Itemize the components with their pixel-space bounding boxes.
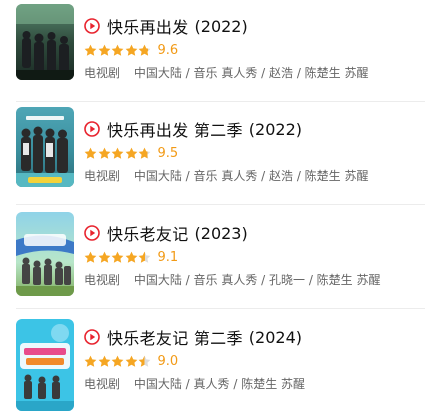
show-year: (2022) xyxy=(248,119,302,139)
star-rating xyxy=(84,44,152,57)
poster-image xyxy=(16,212,74,296)
poster-thumbnail[interactable] xyxy=(16,107,74,187)
star-icon xyxy=(98,251,110,263)
meta-row: 电视剧 中国大陆 / 音乐 真人秀 / 赵浩 / 陈楚生 苏醒 xyxy=(84,64,369,82)
star-icon xyxy=(111,44,124,56)
meta-info: 中国大陆 / 音乐 真人秀 / 孔晓一 / 陈楚生 苏醒 xyxy=(133,273,381,287)
star-rating xyxy=(84,355,152,368)
search-results-list: 快乐再出发 (2022) 9.6 电视剧 中国大陆 / 音乐 真人秀 / 赵浩 … xyxy=(0,0,425,414)
star-icon xyxy=(111,147,124,159)
star-icon xyxy=(111,355,124,367)
poster-thumbnail[interactable] xyxy=(16,212,74,296)
rating-row: 9.6 xyxy=(84,41,178,59)
star-rating xyxy=(84,147,152,160)
poster-image xyxy=(16,4,74,80)
score: 9.1 xyxy=(157,249,179,265)
star-icon xyxy=(98,44,110,56)
star-icon xyxy=(138,355,151,367)
title-row[interactable]: 快乐老友记 第二季 (2024) xyxy=(84,325,302,349)
play-icon xyxy=(84,121,100,137)
title-row[interactable]: 快乐再出发 第二季 (2022) xyxy=(84,117,302,141)
star-icon xyxy=(111,251,124,263)
star-icon xyxy=(125,355,137,367)
play-icon xyxy=(84,225,100,241)
star-icon xyxy=(125,147,137,159)
score: 9.0 xyxy=(157,353,179,369)
score: 9.6 xyxy=(157,42,179,58)
poster-thumbnail[interactable] xyxy=(16,319,74,411)
rating-row: 9.0 xyxy=(84,352,178,370)
meta-info: 中国大陆 / 音乐 真人秀 / 赵浩 / 陈楚生 苏醒 xyxy=(133,169,369,183)
star-icon xyxy=(125,251,137,263)
star-icon xyxy=(138,251,151,263)
star-icon xyxy=(125,44,137,56)
show-year: (2024) xyxy=(248,327,302,347)
content-type: 电视剧 xyxy=(84,273,121,287)
content-type: 电视剧 xyxy=(84,66,121,80)
rating-row: 9.5 xyxy=(84,144,178,162)
star-icon xyxy=(138,147,151,159)
divider xyxy=(16,204,425,205)
star-rating xyxy=(84,251,152,264)
show-year: (2023) xyxy=(194,223,248,243)
result-item[interactable]: 快乐老友记 (2023) 9.1 电视剧 中国大陆 / 音乐 真人秀 / 孔晓一… xyxy=(0,207,425,309)
meta-row: 电视剧 中国大陆 / 真人秀 / 陈楚生 苏醒 xyxy=(84,375,305,393)
meta-row: 电视剧 中国大陆 / 音乐 真人秀 / 赵浩 / 陈楚生 苏醒 xyxy=(84,167,369,185)
title-row[interactable]: 快乐再出发 (2022) xyxy=(84,14,248,38)
result-item[interactable]: 快乐再出发 (2022) 9.6 电视剧 中国大陆 / 音乐 真人秀 / 赵浩 … xyxy=(0,0,425,102)
divider xyxy=(16,101,425,102)
poster-image xyxy=(16,107,74,187)
star-icon xyxy=(98,355,110,367)
title-row[interactable]: 快乐老友记 (2023) xyxy=(84,221,248,245)
show-title[interactable]: 快乐再出发 第二季 xyxy=(107,117,243,141)
content-type: 电视剧 xyxy=(84,169,121,183)
rating-row: 9.1 xyxy=(84,248,178,266)
meta-info: 中国大陆 / 音乐 真人秀 / 赵浩 / 陈楚生 苏醒 xyxy=(133,66,369,80)
star-icon xyxy=(98,147,110,159)
show-title[interactable]: 快乐老友记 xyxy=(107,221,189,245)
content-type: 电视剧 xyxy=(84,377,121,391)
divider xyxy=(16,308,425,309)
show-title[interactable]: 快乐老友记 第二季 xyxy=(107,325,243,349)
star-icon xyxy=(84,44,97,56)
play-icon xyxy=(84,18,100,34)
score: 9.5 xyxy=(157,145,179,161)
star-icon xyxy=(84,355,97,367)
star-icon xyxy=(84,147,97,159)
star-icon xyxy=(138,44,151,56)
play-icon xyxy=(84,329,100,345)
poster-image xyxy=(16,319,74,411)
star-icon xyxy=(84,251,97,263)
result-item[interactable]: 快乐老友记 第二季 (2024) 9.0 电视剧 中国大陆 / 真人秀 / 陈楚… xyxy=(0,311,425,413)
poster-thumbnail[interactable] xyxy=(16,4,74,80)
show-title[interactable]: 快乐再出发 xyxy=(107,14,189,38)
meta-info: 中国大陆 / 真人秀 / 陈楚生 苏醒 xyxy=(133,377,306,391)
show-year: (2022) xyxy=(194,16,248,36)
meta-row: 电视剧 中国大陆 / 音乐 真人秀 / 孔晓一 / 陈楚生 苏醒 xyxy=(84,271,381,289)
result-item[interactable]: 快乐再出发 第二季 (2022) 9.5 电视剧 中国大陆 / 音乐 真人秀 /… xyxy=(0,103,425,205)
